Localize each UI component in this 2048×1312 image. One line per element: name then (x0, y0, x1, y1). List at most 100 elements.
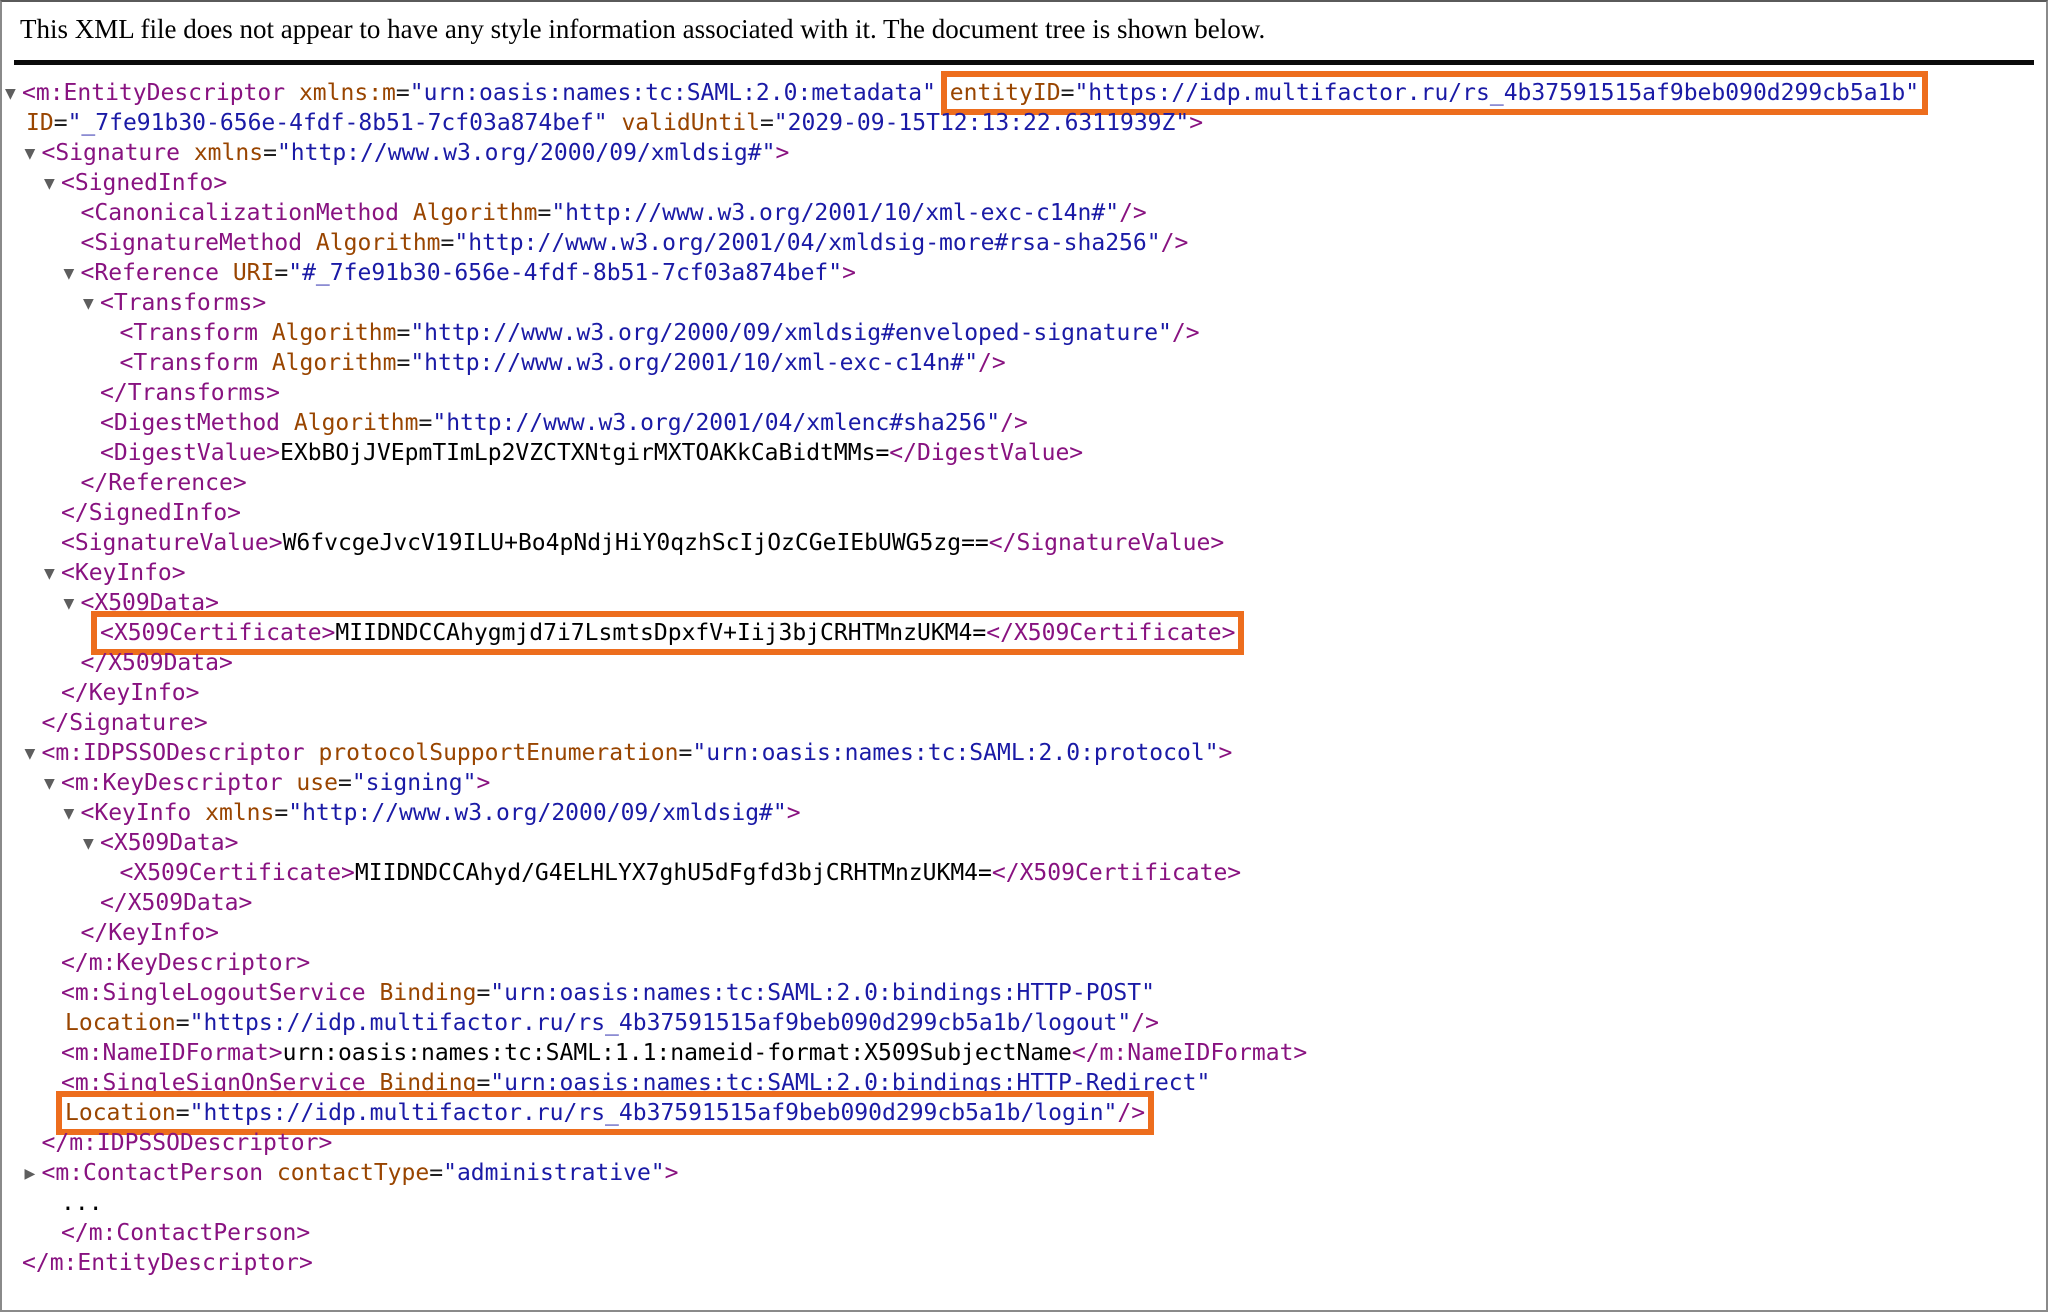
xml-token-tag: <DigestValue> (100, 440, 280, 466)
xml-line: </X509Data> (2, 888, 2046, 918)
xml-token-tag: <X509Certificate> (100, 620, 335, 646)
xml-line: ▼<m:EntityDescriptor xmlns:m="urn:oasis:… (2, 78, 2046, 108)
xml-line: </KeyInfo> (2, 918, 2046, 948)
xml-token-tag: <Transform (120, 350, 272, 376)
xml-line: <X509Certificate>MIIDNDCCAhyd/G4ELHLYX7g… (2, 858, 2046, 888)
xml-token-tag: </KeyInfo> (61, 680, 199, 706)
highlight-annotation-box: entityID="https://idp.multifactor.ru/rs_… (950, 80, 1919, 106)
expand-arrow-icon[interactable]: ▼ (64, 589, 81, 619)
expand-arrow-icon[interactable]: ▼ (25, 739, 42, 769)
xml-token-val: "http://www.w3.org/2001/10/xml-exc-c14n#… (410, 350, 978, 376)
xml-token-eq: = (419, 410, 433, 436)
xml-line: ▼<m:IDPSSODescriptor protocolSupportEnum… (2, 738, 2046, 768)
xml-token-tag: </X509Data> (100, 890, 252, 916)
xml-token-tag: </m:EntityDescriptor> (22, 1250, 313, 1276)
xml-token-val: "http://www.w3.org/2000/09/xmldsig#" (288, 800, 787, 826)
xml-token-tag: /> (1117, 1100, 1145, 1126)
xml-token-tag: <DigestMethod (100, 410, 294, 436)
xml-line: </m:EntityDescriptor> (2, 1248, 2046, 1278)
xml-line: ▼<KeyInfo> (2, 558, 2046, 588)
xml-line: <m:NameIDFormat>urn:oasis:names:tc:SAML:… (2, 1038, 2046, 1068)
xml-token-tag: <m:IDPSSODescriptor (42, 740, 319, 766)
xml-token-text: MIIDNDCCAhygmjd7i7LsmtsDpxfV+Iij3bjCRHTM… (335, 620, 986, 646)
expand-arrow-icon[interactable]: ▼ (83, 829, 100, 859)
expand-arrow-icon[interactable]: ▼ (44, 769, 61, 799)
xml-token-attr: xmlns:m (299, 80, 396, 106)
xml-token-text: urn:oasis:names:tc:SAML:1.1:nameid-forma… (283, 1040, 1072, 1066)
xml-line: <DigestValue>EXbBOjJVEpmTImLp2VZCTXNtgir… (2, 438, 2046, 468)
xml-token-eq: = (274, 260, 288, 286)
xml-line: ▼<X509Data> (2, 588, 2046, 618)
xml-token-attr: Binding (380, 980, 477, 1006)
xml-line: </KeyInfo> (2, 678, 2046, 708)
xml-line: ... (2, 1188, 2046, 1218)
xml-token-attr: Algorithm (294, 410, 419, 436)
xml-token-tag: /> (1131, 1010, 1159, 1036)
xml-token-val: "http://www.w3.org/2000/09/xmldsig#" (277, 140, 776, 166)
xml-line: </Transforms> (2, 378, 2046, 408)
xml-token-tag: </KeyInfo> (81, 920, 219, 946)
xml-token-attr: xmlns (194, 140, 263, 166)
highlight-annotation-box: Location="https://idp.multifactor.ru/rs_… (65, 1100, 1145, 1126)
xml-token-tag: <SignedInfo> (61, 170, 227, 196)
xml-line: ▼<Reference URI="#_7fe91b30-656e-4fdf-8b… (2, 258, 2046, 288)
xml-token-tag: <Signature (42, 140, 194, 166)
xml-token-tag: </m:ContactPerson> (61, 1220, 310, 1246)
xml-line: </Reference> (2, 468, 2046, 498)
xml-line: </m:KeyDescriptor> (2, 948, 2046, 978)
expand-arrow-icon[interactable]: ▼ (44, 559, 61, 589)
xml-token-tag: <X509Certificate> (120, 860, 355, 886)
xml-line: ▼<Transforms> (2, 288, 2046, 318)
xml-token-eq: = (429, 1160, 443, 1186)
xml-token-val: "urn:oasis:names:tc:SAML:2.0:metadata" (410, 80, 950, 106)
xml-token-tag: </m:KeyDescriptor> (61, 950, 310, 976)
xml-line: <X509Certificate>MIIDNDCCAhygmjd7i7Lsmts… (2, 618, 2046, 648)
xml-token-attr: Location (65, 1100, 176, 1126)
xml-token-tag: </DigestValue> (889, 440, 1083, 466)
expand-arrow-icon[interactable]: ▼ (25, 139, 42, 169)
xml-token-attr: ID (26, 110, 54, 136)
xml-line: <Transform Algorithm="http://www.w3.org/… (2, 348, 2046, 378)
xml-token-attr: entityID (950, 80, 1061, 106)
xml-token-tag: </m:IDPSSODescriptor> (42, 1130, 333, 1156)
expand-arrow-icon[interactable]: ▼ (64, 799, 81, 829)
browser-xml-viewer: This XML file does not appear to have an… (0, 0, 2048, 1312)
xml-token-tag: > (476, 770, 490, 796)
xml-line: <SignatureMethod Algorithm="http://www.w… (2, 228, 2046, 258)
xml-token-tag: > (775, 140, 789, 166)
xml-token-text: EXbBOjJVEpmTImLp2VZCTXNtgirMXTOAKkCaBidt… (280, 440, 889, 466)
expand-arrow-icon[interactable]: ▼ (83, 289, 100, 319)
xml-token-tag: <m:KeyDescriptor (61, 770, 296, 796)
xml-line: ▼<KeyInfo xmlns="http://www.w3.org/2000/… (2, 798, 2046, 828)
xml-token-val: "2029-09-15T12:13:22.6311939Z" (774, 110, 1189, 136)
xml-token-eq: = (396, 350, 410, 376)
xml-line: ▼<SignedInfo> (2, 168, 2046, 198)
xml-token-tag: <KeyInfo (81, 800, 206, 826)
xml-line: </m:ContactPerson> (2, 1218, 2046, 1248)
xml-token-tag: <X509Data> (81, 590, 219, 616)
highlight-annotation-box: <X509Certificate>MIIDNDCCAhygmjd7i7Lsmts… (100, 620, 1235, 646)
xml-tree: ▼<m:EntityDescriptor xmlns:m="urn:oasis:… (2, 65, 2046, 1278)
xml-token-tag: > (842, 260, 856, 286)
xml-line: <m:SingleLogoutService Binding="urn:oasi… (2, 978, 2046, 1008)
collapse-arrow-icon[interactable]: ▶ (25, 1159, 42, 1189)
xml-token-attr: Algorithm (272, 350, 397, 376)
xml-token-val: "signing" (352, 770, 477, 796)
xml-token-eq: = (396, 320, 410, 346)
expand-arrow-icon[interactable]: ▼ (64, 259, 81, 289)
xml-token-eq: = (476, 980, 490, 1006)
xml-token-tag: > (1219, 740, 1233, 766)
xml-token-attr: protocolSupportEnumeration (318, 740, 678, 766)
xml-token-tag: /> (1000, 410, 1028, 436)
xml-token-eq: = (274, 800, 288, 826)
xml-token-tag: <X509Data> (100, 830, 238, 856)
expand-arrow-icon[interactable]: ▼ (5, 79, 22, 109)
expand-arrow-icon[interactable]: ▼ (44, 169, 61, 199)
xml-token-val: "_7fe91b30-656e-4fdf-8b51-7cf03a874bef" (68, 110, 622, 136)
xml-token-val: "urn:oasis:names:tc:SAML:2.0:bindings:HT… (490, 1070, 1210, 1096)
xml-token-tag: <Transforms> (100, 290, 266, 316)
xml-token-tag: </SignatureValue> (989, 530, 1224, 556)
xml-token-attr: Algorithm (413, 200, 538, 226)
xml-token-attr: Binding (380, 1070, 477, 1096)
xml-line: ID="_7fe91b30-656e-4fdf-8b51-7cf03a874be… (2, 108, 2046, 138)
